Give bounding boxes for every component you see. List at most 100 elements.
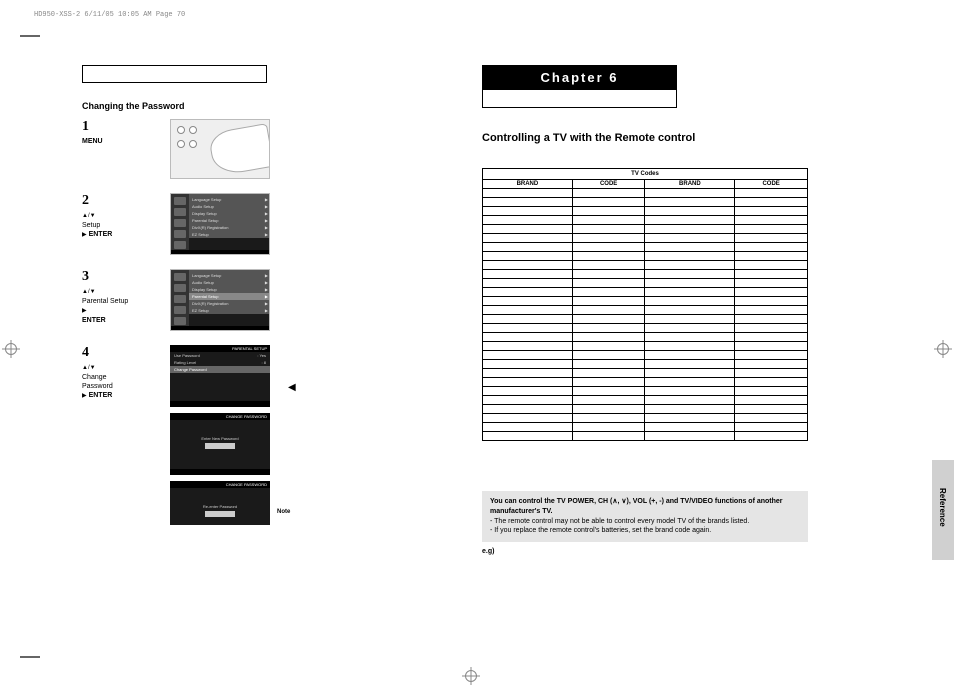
table-cell [483,369,573,378]
setting-row: Rating Level: 8 [170,359,270,366]
table-cell [572,306,645,315]
right-arrow-icon: ▶ [82,232,87,238]
table-row [483,288,808,297]
step-number: 2 [82,193,164,209]
menu-item: Audio Setup▶ [189,203,270,210]
table-cell [645,378,735,387]
table-cell [735,432,808,441]
table-cell [645,360,735,369]
table-cell [483,225,573,234]
table-cell [645,279,735,288]
table-cell [572,432,645,441]
table-row [483,270,808,279]
table-cell [645,225,735,234]
table-cell [735,387,808,396]
table-row [483,297,808,306]
table-row [483,396,808,405]
step-label: Password [82,383,113,390]
table-row [483,306,808,315]
table-cell [572,198,645,207]
table-row [483,342,808,351]
menu-item: EZ Setup▶ [189,307,270,314]
menu-item: Parental Setup▶ [189,217,270,224]
table-row [483,369,808,378]
table-cell [645,207,735,216]
table-cell [572,261,645,270]
step-number: 3 [82,269,164,285]
right-column: Chapter 6 Controlling a TV with the Remo… [462,65,892,645]
table-row [483,378,808,387]
table-cell [572,279,645,288]
table-row [483,405,808,414]
registration-mark-icon [2,340,20,358]
table-cell [572,351,645,360]
menu-screenshot-stack: PARENTAL SETUP Use Password: Yes Rating … [170,345,270,525]
table-cell [735,360,808,369]
right-arrow-icon: ▶ [82,308,87,314]
menu-item: EZ Setup▶ [189,231,270,238]
parental-setup-screen: PARENTAL SETUP Use Password: Yes Rating … [170,345,270,407]
password-field [205,443,235,449]
table-cell [645,189,735,198]
table-row [483,189,808,198]
step-number: 4 [82,345,164,361]
table-cell [483,351,573,360]
table-cell [483,414,573,423]
table-cell [735,279,808,288]
table-cell [735,189,808,198]
reenter-password-screen: CHANGE PASSWORD Re-enter Password [170,481,270,525]
table-cell [572,315,645,324]
chapter-heading: Chapter 6 [482,65,677,90]
step-label: ENTER [89,392,113,399]
table-cell [483,279,573,288]
table-title: TV Codes [483,169,808,180]
table-row [483,243,808,252]
table-header: CODE [735,180,808,189]
left-column: Changing the Password 1 MENU 2 [82,65,462,645]
step-row: 1 MENU [82,119,432,179]
section-title: Changing the Password [82,101,432,111]
table-row [483,324,808,333]
menu-item: Audio Setup▶ [189,279,270,286]
table-row [483,207,808,216]
page: HD950-XSS-2 6/11/05 10:05 AM Page 70 Ref… [0,0,954,693]
table-cell [735,369,808,378]
table-cell [645,216,735,225]
table-cell [572,207,645,216]
table-row [483,333,808,342]
table-cell [645,342,735,351]
table-cell [645,396,735,405]
table-cell [572,378,645,387]
table-row [483,414,808,423]
table-row [483,198,808,207]
table-cell [735,252,808,261]
table-cell [735,270,808,279]
print-header: HD950-XSS-2 6/11/05 10:05 AM Page 70 [34,11,185,19]
menu-item: DivX(R) Registration▶ [189,224,270,231]
menu-item: DivX(R) Registration▶ [189,300,270,307]
table-cell [572,333,645,342]
table-cell [572,270,645,279]
title-placeholder-box [82,65,267,83]
table-row [483,351,808,360]
menu-screenshot: Language Setup▶ Audio Setup▶ Display Set… [170,193,270,255]
table-cell [735,324,808,333]
table-cell [735,306,808,315]
table-cell [572,414,645,423]
table-row [483,225,808,234]
table-cell [572,369,645,378]
table-cell [483,324,573,333]
table-cell [735,396,808,405]
table-cell [735,423,808,432]
table-cell [735,378,808,387]
table-cell [645,270,735,279]
table-cell [645,306,735,315]
step-row: 3 ▲/▼ Parental Setup ▶ ENTER Language Se… [82,269,432,331]
table-row [483,432,808,441]
password-field [205,511,235,517]
side-tab-label: Reference [932,460,947,527]
step-label: ENTER [89,231,113,238]
table-cell [483,423,573,432]
table-cell [483,207,573,216]
table-cell [483,378,573,387]
